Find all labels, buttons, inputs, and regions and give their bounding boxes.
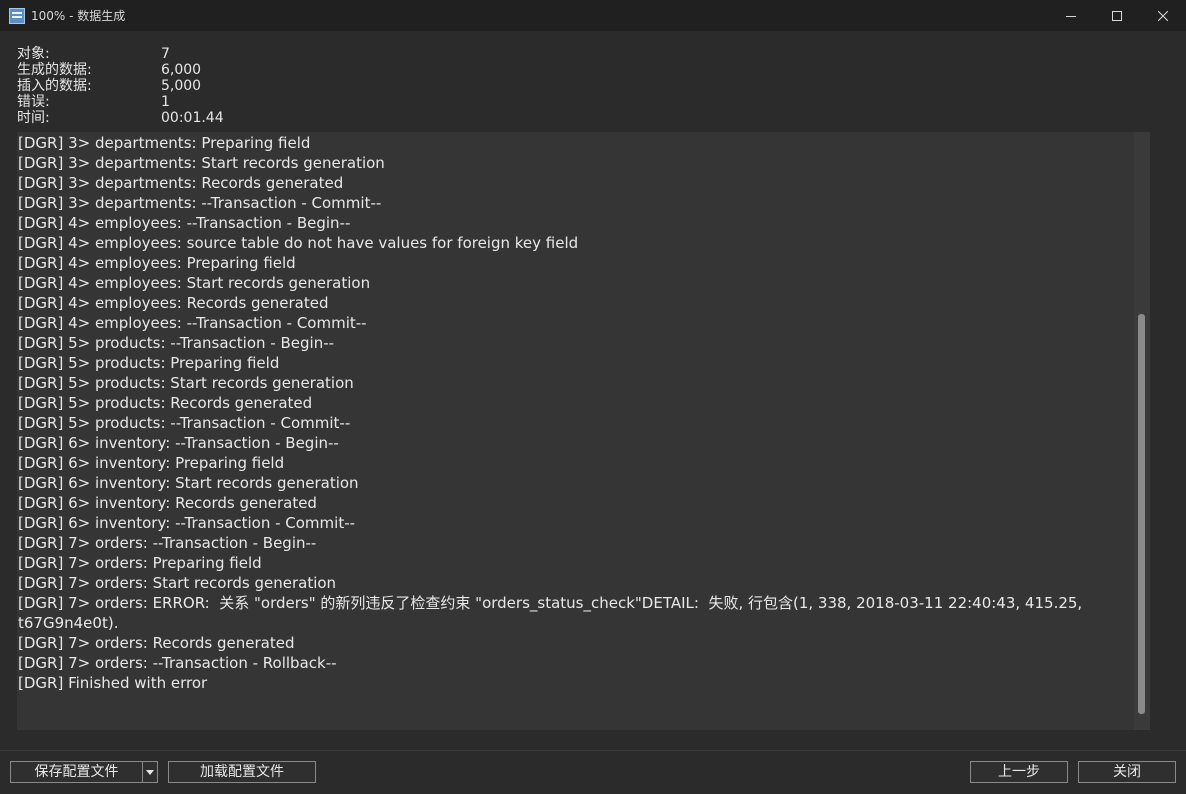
log-line: [DGR] 4> employees: Preparing field xyxy=(18,254,296,272)
stat-label: 对象: xyxy=(17,46,50,62)
log-line: [DGR] 5> products: Records generated xyxy=(18,394,313,412)
stat-row-errors: 错误: 1 xyxy=(17,94,417,110)
log-line: [DGR] 4> employees: --Transaction - Comm… xyxy=(18,314,367,332)
log-line: [DGR] 6> inventory: Start records genera… xyxy=(18,474,359,492)
log-line: [DGR] Finished with error xyxy=(18,674,208,692)
stat-value: 5,000 xyxy=(161,78,202,94)
log-line: [DGR] 6> inventory: Records generated xyxy=(18,494,317,512)
minimize-icon xyxy=(1066,15,1076,17)
load-config-button[interactable]: 加载配置文件 xyxy=(168,761,316,783)
stat-value: 1 xyxy=(161,94,170,110)
save-config-split-button[interactable]: 保存配置文件 xyxy=(10,761,158,783)
log-line: [DGR] 7> orders: Records generated xyxy=(18,634,295,652)
log-line: [DGR] 4> employees: --Transaction - Begi… xyxy=(18,214,351,232)
stat-value: 7 xyxy=(161,46,170,62)
stats-panel: 对象: 7 生成的数据: 6,000 插入的数据: 5,000 错误: 1 时间… xyxy=(17,46,417,126)
close-window-button[interactable] xyxy=(1140,0,1186,31)
database-icon xyxy=(9,7,25,24)
stat-row-inserted: 插入的数据: 5,000 xyxy=(17,78,417,94)
stat-label: 错误: xyxy=(17,94,50,110)
log-line: [DGR] 4> employees: Records generated xyxy=(18,294,329,312)
close-icon xyxy=(1158,10,1168,21)
log-line: [DGR] 4> employees: Start records genera… xyxy=(18,274,371,292)
log-scrollbar[interactable] xyxy=(1134,132,1150,730)
title-bar: 100% - 数据生成 xyxy=(0,0,1186,31)
stat-label: 插入的数据: xyxy=(17,78,92,94)
log-line: [DGR] 5> products: --Transaction - Commi… xyxy=(18,414,351,432)
log-line: [DGR] 3> departments: Preparing field xyxy=(18,134,311,152)
chevron-down-icon xyxy=(146,769,154,775)
log-line: [DGR] 6> inventory: --Transaction - Comm… xyxy=(18,514,356,532)
log-line: [DGR] 7> orders: --Transaction - Rollbac… xyxy=(18,654,337,672)
log-line: [DGR] 3> departments: --Transaction - Co… xyxy=(18,194,382,212)
log-lines: [DGR] 3> departments: Preparing field [D… xyxy=(18,133,1130,693)
stat-row-generated: 生成的数据: 6,000 xyxy=(17,62,417,78)
log-line: [DGR] 5> products: --Transaction - Begin… xyxy=(18,334,335,352)
save-config-dropdown[interactable] xyxy=(143,762,157,782)
stat-label: 时间: xyxy=(17,110,50,126)
scrollbar-thumb[interactable] xyxy=(1138,314,1145,714)
stat-row-objects: 对象: 7 xyxy=(17,46,417,62)
close-button[interactable]: 关闭 xyxy=(1078,761,1176,783)
log-line: [DGR] 3> departments: Records generated xyxy=(18,174,344,192)
stat-value: 6,000 xyxy=(161,62,202,78)
maximize-button[interactable] xyxy=(1094,0,1140,31)
stat-row-time: 时间: 00:01.44 xyxy=(17,110,417,126)
log-output[interactable]: [DGR] 3> departments: Preparing field [D… xyxy=(17,132,1150,730)
log-line: [DGR] 7> orders: Preparing field xyxy=(18,554,262,572)
log-line-error: [DGR] 7> orders: ERROR: 关系 "orders" 的新列违… xyxy=(18,594,1087,632)
maximize-icon xyxy=(1112,10,1122,21)
log-line: [DGR] 6> inventory: Preparing field xyxy=(18,454,285,472)
stat-label: 生成的数据: xyxy=(17,62,92,78)
window-controls xyxy=(1048,0,1186,31)
window-title: 100% - 数据生成 xyxy=(31,9,126,23)
save-config-button[interactable]: 保存配置文件 xyxy=(11,762,143,782)
footer-bar: 保存配置文件 加载配置文件 上一步 关闭 xyxy=(0,750,1186,794)
log-line: [DGR] 6> inventory: --Transaction - Begi… xyxy=(18,434,339,452)
log-line: [DGR] 7> orders: Start records generatio… xyxy=(18,574,337,592)
stat-value: 00:01.44 xyxy=(161,110,224,126)
log-line: [DGR] 5> products: Start records generat… xyxy=(18,374,354,392)
log-line: [DGR] 4> employees: source table do not … xyxy=(18,234,579,252)
log-line: [DGR] 7> orders: --Transaction - Begin-- xyxy=(18,534,317,552)
log-line: [DGR] 5> products: Preparing field xyxy=(18,354,280,372)
previous-button[interactable]: 上一步 xyxy=(970,761,1068,783)
log-line: [DGR] 3> departments: Start records gene… xyxy=(18,154,385,172)
minimize-button[interactable] xyxy=(1048,0,1094,31)
